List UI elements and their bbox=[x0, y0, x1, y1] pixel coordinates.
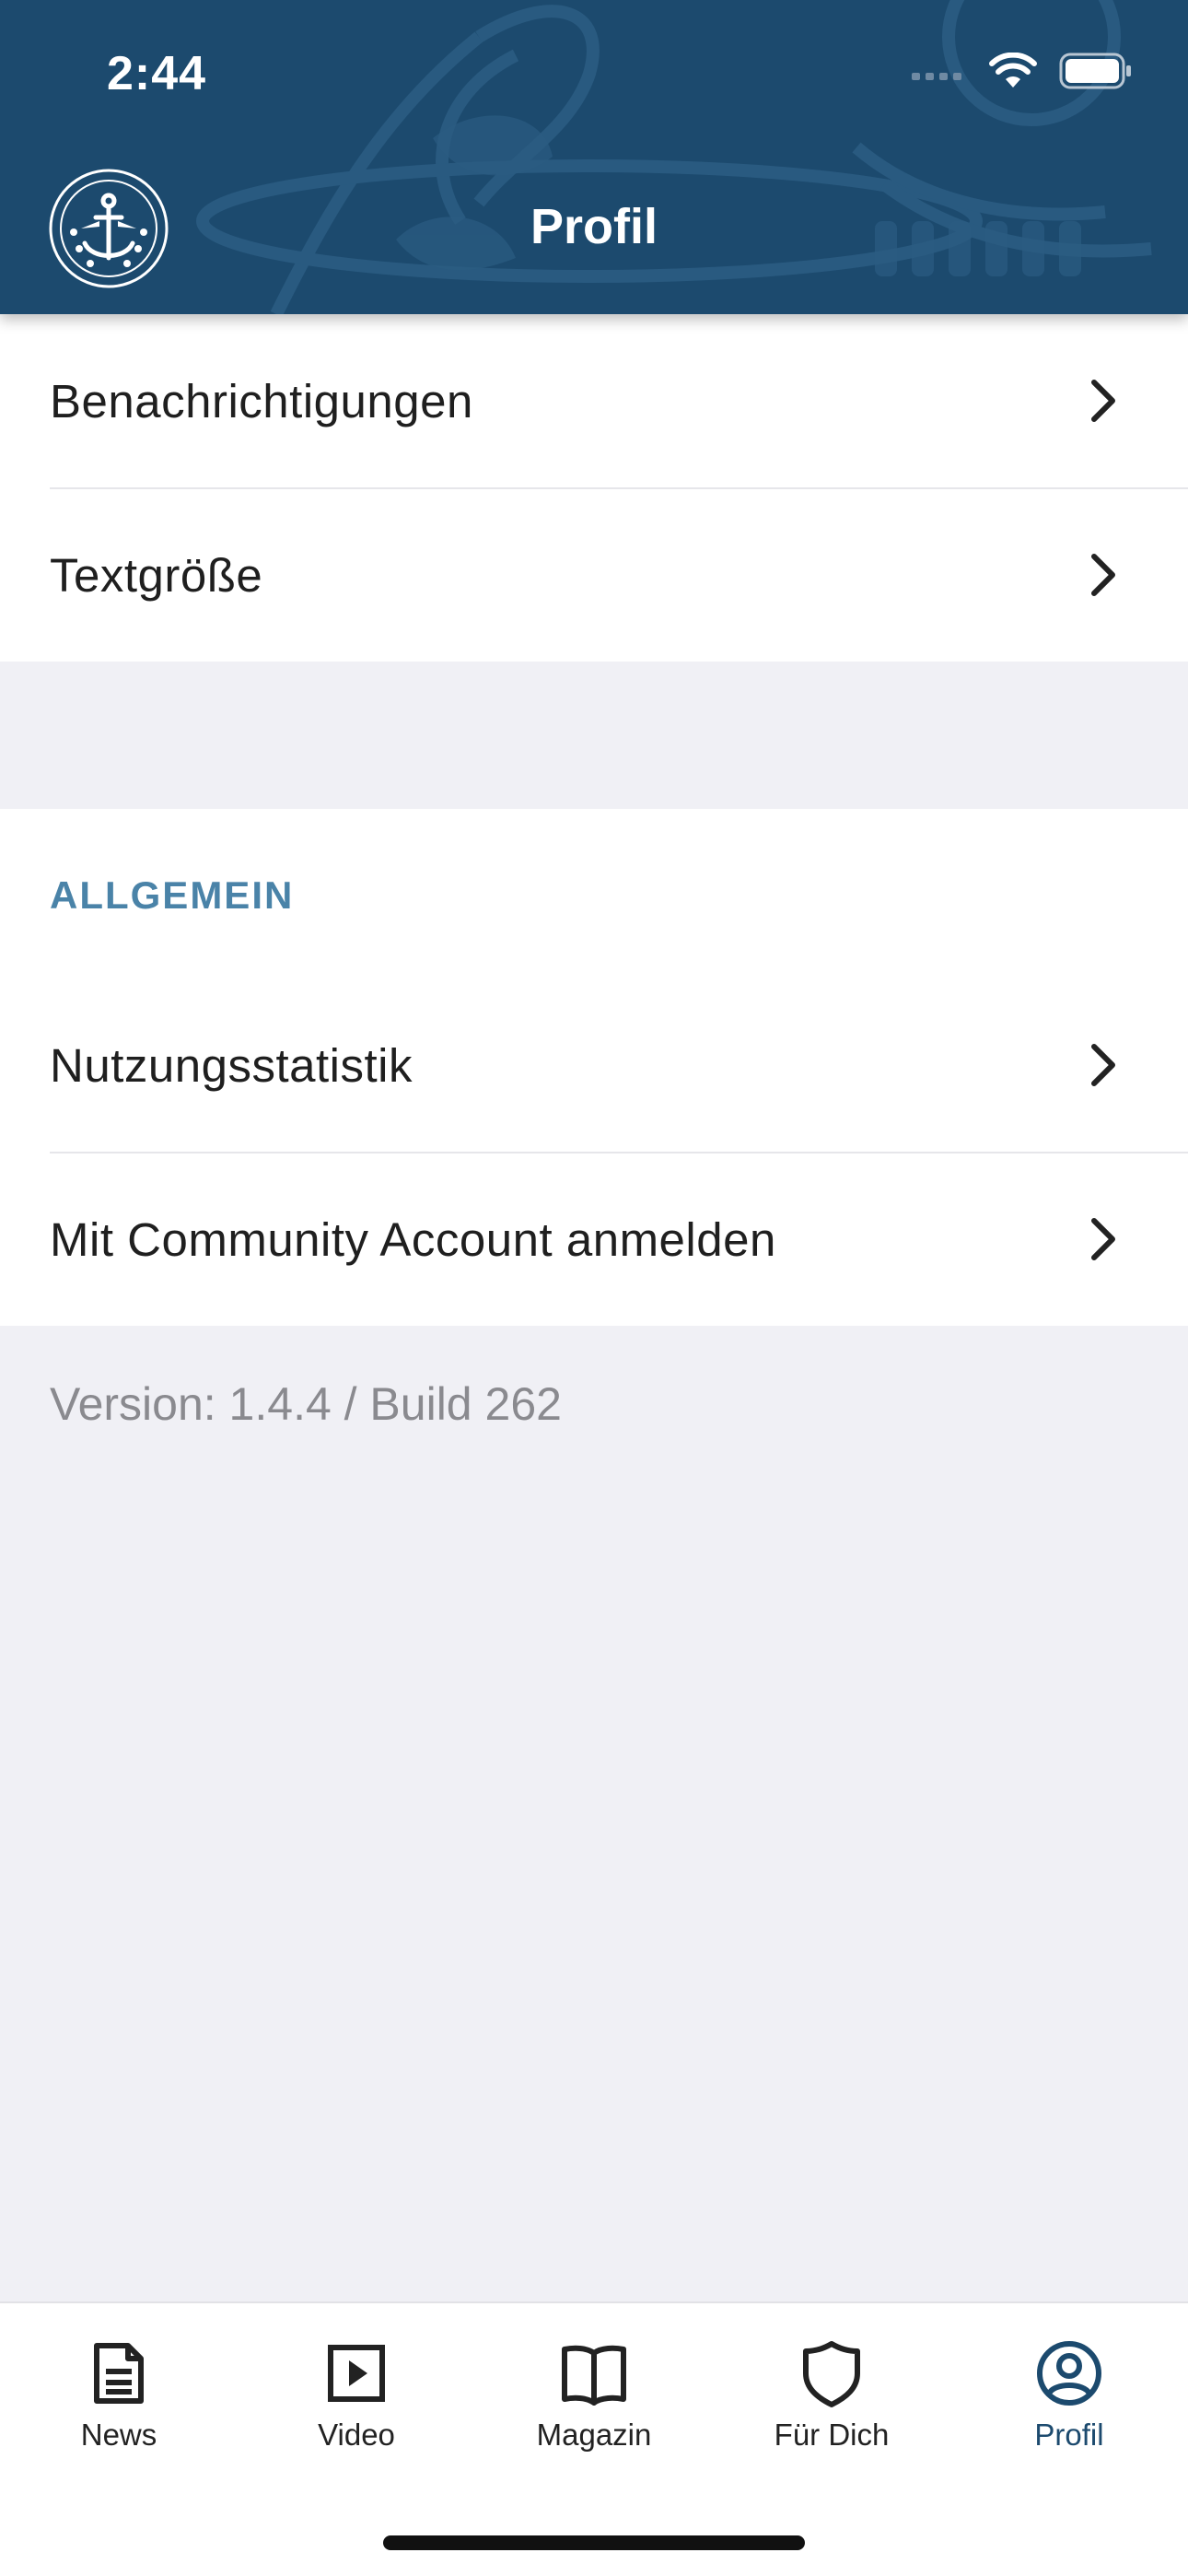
list-item-community-login[interactable]: Mit Community Account anmelden bbox=[0, 1153, 1188, 1326]
wifi-icon bbox=[989, 53, 1037, 88]
tab-fuer-dich[interactable]: Für Dich bbox=[713, 2338, 950, 2495]
video-play-icon bbox=[328, 2345, 385, 2402]
tab-label: Magazin bbox=[536, 2418, 652, 2452]
list-item-label: Textgröße bbox=[50, 548, 263, 602]
tab-profil[interactable]: Profil bbox=[950, 2338, 1188, 2495]
chevron-right-icon bbox=[1091, 380, 1115, 422]
list-item-label: Nutzungsstatistik bbox=[50, 1038, 413, 1092]
list-item-nutzungsstatistik[interactable]: Nutzungsstatistik bbox=[0, 978, 1188, 1152]
tab-news[interactable]: News bbox=[0, 2338, 238, 2495]
list-item-textgroesse[interactable]: Textgröße bbox=[0, 488, 1188, 662]
tab-video[interactable]: Video bbox=[238, 2338, 475, 2495]
tab-label: News bbox=[80, 2418, 157, 2452]
status-indicators bbox=[912, 52, 1133, 90]
page-title: Profil bbox=[530, 199, 658, 254]
general-group: ALLGEMEIN Nutzungsstatistik Mit Communit… bbox=[0, 809, 1188, 1326]
list-item-label: Mit Community Account anmelden bbox=[50, 1212, 776, 1266]
chevron-right-icon bbox=[1091, 1218, 1115, 1260]
profile-icon bbox=[1037, 2341, 1101, 2406]
shield-icon bbox=[803, 2341, 860, 2407]
cellular-signal-icon bbox=[912, 73, 961, 80]
chevron-right-icon bbox=[1091, 554, 1115, 596]
version-info: Version: 1.4.4 / Build 262 bbox=[50, 1378, 562, 1430]
tab-label: Video bbox=[318, 2418, 395, 2452]
tab-label: Profil bbox=[1034, 2418, 1104, 2452]
list-item-benachrichtigungen[interactable]: Benachrichtigungen bbox=[0, 314, 1188, 487]
header-bar: 2:44 Profil bbox=[0, 0, 1188, 314]
home-indicator[interactable] bbox=[383, 2535, 805, 2550]
list-item-label: Benachrichtigungen bbox=[50, 374, 473, 427]
settings-group: Benachrichtigungen Textgröße bbox=[0, 314, 1188, 662]
book-icon bbox=[562, 2345, 626, 2406]
section-heading-allgemein: ALLGEMEIN bbox=[50, 873, 295, 917]
profile-screen: 2:44 Profil Benachrichtigungen Textgröße… bbox=[0, 0, 1188, 2576]
tab-label: Für Dich bbox=[774, 2418, 890, 2452]
news-icon bbox=[94, 2343, 144, 2404]
status-time: 2:44 bbox=[107, 47, 207, 100]
tab-magazin[interactable]: Magazin bbox=[475, 2338, 713, 2495]
battery-icon bbox=[1059, 53, 1131, 89]
chevron-right-icon bbox=[1091, 1044, 1115, 1086]
